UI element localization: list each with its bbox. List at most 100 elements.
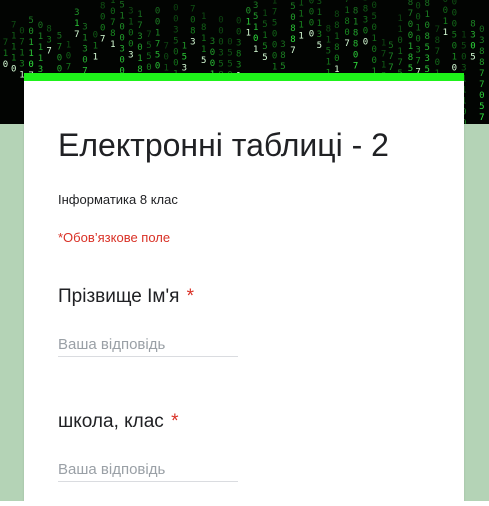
matrix-glyph: 1 [93, 53, 98, 63]
matrix-glyph: 7 [408, 9, 413, 19]
matrix-glyph: 0 [479, 91, 484, 101]
matrix-glyph: 8 [110, 29, 115, 39]
matrix-glyph: 1 [317, 8, 322, 18]
matrix-glyph: 1 [3, 49, 8, 59]
matrix-glyph: 5 [372, 12, 377, 22]
matrix-glyph: 7 [100, 34, 105, 44]
matrix-glyph: 3 [137, 32, 142, 42]
matrix-glyph: 1 [397, 14, 402, 24]
matrix-glyph: 3 [128, 6, 133, 16]
matrix-glyph: 1 [11, 53, 16, 63]
matrix-glyph: 0 [173, 59, 178, 69]
matrix-glyph: 0 [353, 51, 358, 61]
matrix-glyph: 0 [415, 13, 420, 23]
name-answer-input[interactable] [58, 332, 238, 357]
matrix-glyph: 7 [11, 20, 16, 30]
matrix-glyph: 1 [272, 0, 277, 7]
matrix-glyph: 0 [155, 7, 160, 17]
matrix-glyph: 0 [479, 25, 484, 35]
matrix-glyph: 8 [353, 29, 358, 39]
matrix-glyph: 1 [128, 17, 133, 27]
matrix-glyph: 0 [290, 13, 295, 23]
matrix-glyph: 0 [435, 58, 440, 68]
matrix-glyph: 0 [93, 31, 98, 41]
matrix-glyph: 8 [479, 47, 484, 57]
matrix-glyph: 1 [353, 18, 358, 28]
matrix-glyph: 1 [372, 34, 377, 44]
matrix-glyph: 0 [363, 38, 368, 48]
matrix-glyph: 5 [146, 52, 151, 62]
matrix-glyph: 3 [363, 16, 368, 26]
question-label: Прізвище Ім'я [58, 286, 180, 307]
matrix-glyph: 1 [11, 31, 16, 41]
matrix-glyph: 8 [353, 7, 358, 17]
matrix-glyph: 3 [425, 54, 430, 64]
matrix-glyph: 7 [388, 63, 393, 73]
matrix-glyph: 0 [155, 62, 160, 72]
matrix-glyph: 0 [309, 0, 314, 6]
matrix-glyph: 3 [236, 61, 241, 71]
matrix-glyph: 5 [388, 41, 393, 51]
matrix-glyph: 1 [137, 54, 142, 64]
matrix-glyph: 7 [272, 8, 277, 18]
matrix-glyph: 0 [28, 27, 33, 37]
matrix-glyph: 0 [128, 39, 133, 49]
matrix-glyph: 5 [28, 16, 33, 26]
matrix-glyph: 0 [119, 22, 124, 32]
matrix-glyph: 1 [425, 10, 430, 20]
matrix-glyph: 0 [236, 28, 241, 38]
matrix-glyph: 8 [290, 24, 295, 34]
matrix-glyph: 0 [309, 18, 314, 28]
matrix-glyph: 0 [19, 26, 24, 36]
matrix-glyph: 1 [461, 30, 466, 40]
matrix-glyph: 8 [326, 24, 331, 34]
matrix-glyph: 1 [334, 32, 339, 42]
matrix-glyph: 3 [190, 37, 195, 47]
matrix-glyph: 5 [262, 53, 267, 63]
matrix-glyph: 0 [452, 19, 457, 29]
matrix-glyph: 3 [280, 40, 285, 50]
matrix-glyph: 7 [46, 47, 51, 57]
matrix-glyph: 7 [344, 0, 349, 5]
matrix-glyph: 1 [93, 42, 98, 52]
matrix-glyph: 8 [415, 0, 420, 1]
matrix-glyph: 0 [119, 33, 124, 43]
matrix-glyph: 7 [146, 30, 151, 40]
form-card: Електронні таблиці - 2 Інформатика 8 кла… [24, 73, 464, 501]
matrix-glyph: 3 [218, 48, 223, 58]
matrix-glyph: 5 [479, 102, 484, 112]
matrix-glyph: 1 [66, 40, 71, 50]
matrix-glyph: 1 [262, 9, 267, 19]
matrix-glyph: 7 [66, 62, 71, 72]
matrix-glyph: 8 [190, 26, 195, 36]
matrix-glyph: 0 [272, 41, 277, 51]
form-description: Інформатика 8 клас [58, 192, 178, 207]
matrix-glyph: 0 [210, 48, 215, 58]
matrix-glyph: 0 [128, 28, 133, 38]
matrix-glyph: 1 [443, 28, 448, 38]
matrix-glyph: 5 [326, 46, 331, 56]
matrix-glyph: 1 [28, 49, 33, 59]
matrix-glyph: 1 [201, 34, 206, 44]
matrix-glyph: 7 [479, 80, 484, 90]
matrix-glyph: 5 [452, 30, 457, 40]
matrix-glyph: 5 [57, 32, 62, 42]
matrix-glyph: 0 [119, 55, 124, 65]
matrix-glyph: 0 [164, 52, 169, 62]
matrix-glyph: 1 [253, 23, 258, 33]
matrix-glyph: 1 [298, 0, 303, 8]
matrix-glyph: 7 [19, 37, 24, 47]
matrix-glyph: 1 [201, 45, 206, 55]
matrix-glyph: 7 [353, 62, 358, 72]
matrix-glyph: 5 [253, 12, 258, 22]
matrix-glyph: 1 [298, 20, 303, 30]
matrix-glyph: 7 [388, 52, 393, 62]
matrix-glyph: 0 [452, 41, 457, 51]
matrix-glyph: 0 [173, 15, 178, 25]
matrix-glyph: 1 [246, 29, 251, 39]
matrix-glyph: 0 [309, 29, 314, 39]
question-title-school: школа, клас * [58, 410, 179, 434]
matrix-glyph: 0 [309, 7, 314, 17]
matrix-glyph: 7 [479, 69, 484, 79]
school-class-answer-input[interactable] [58, 457, 238, 482]
